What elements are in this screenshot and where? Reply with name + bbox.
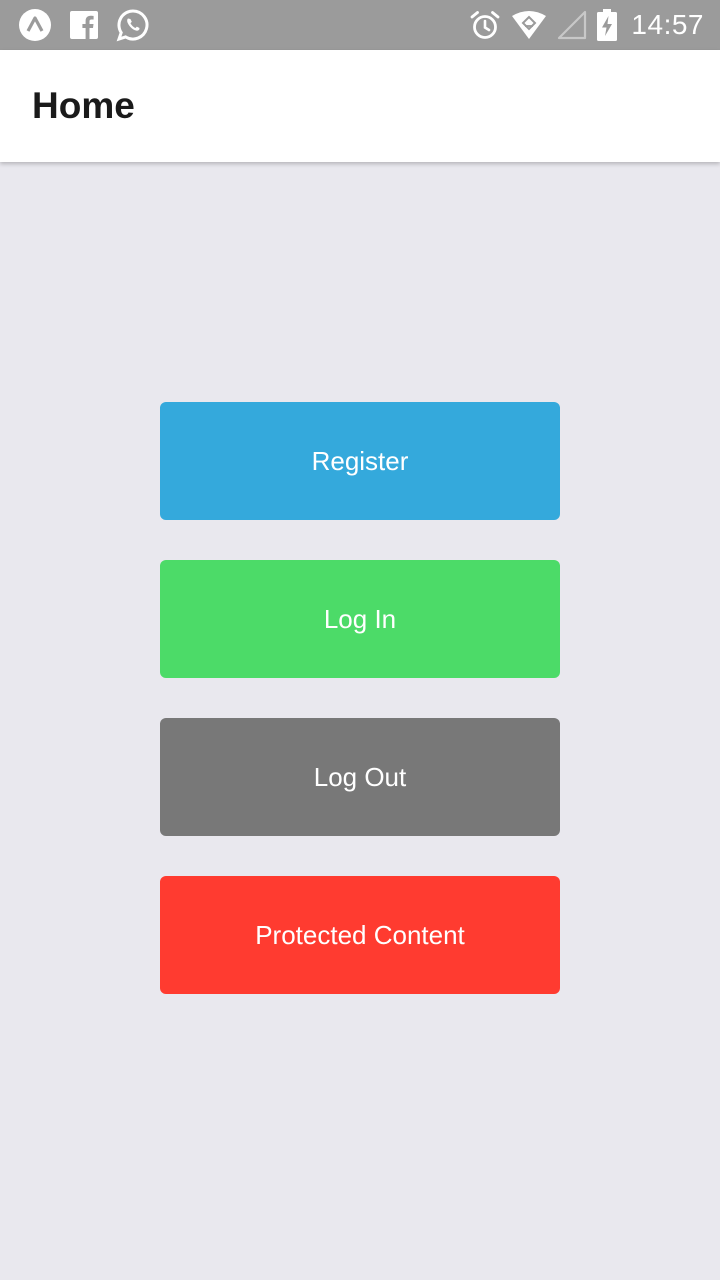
wifi-icon — [511, 10, 547, 40]
cell-signal-icon — [557, 10, 587, 40]
battery-charging-icon — [597, 9, 618, 41]
page-title: Home — [32, 85, 135, 126]
alarm-icon — [469, 9, 501, 41]
status-bar: 14:57 — [0, 0, 720, 50]
log-out-button[interactable]: Log Out — [160, 718, 560, 836]
app-a-icon — [18, 8, 52, 42]
facebook-icon — [70, 11, 98, 39]
register-button[interactable]: Register — [160, 402, 560, 520]
whatsapp-icon — [116, 8, 150, 42]
log-in-button-label: Log In — [323, 603, 397, 634]
protected-content-button-label: Protected Content — [255, 919, 465, 950]
protected-content-button[interactable]: Protected Content — [160, 876, 560, 994]
app-bar: Home — [0, 50, 720, 162]
button-group: Register Log In Log Out Protected Conten… — [160, 402, 560, 1034]
system-icons: 14:57 — [459, 9, 704, 41]
status-time: 14:57 — [631, 9, 704, 40]
log-in-button[interactable]: Log In — [160, 560, 560, 678]
register-button-label: Register — [311, 445, 409, 476]
notification-icons — [18, 8, 168, 42]
log-out-button-label: Log Out — [313, 761, 407, 792]
